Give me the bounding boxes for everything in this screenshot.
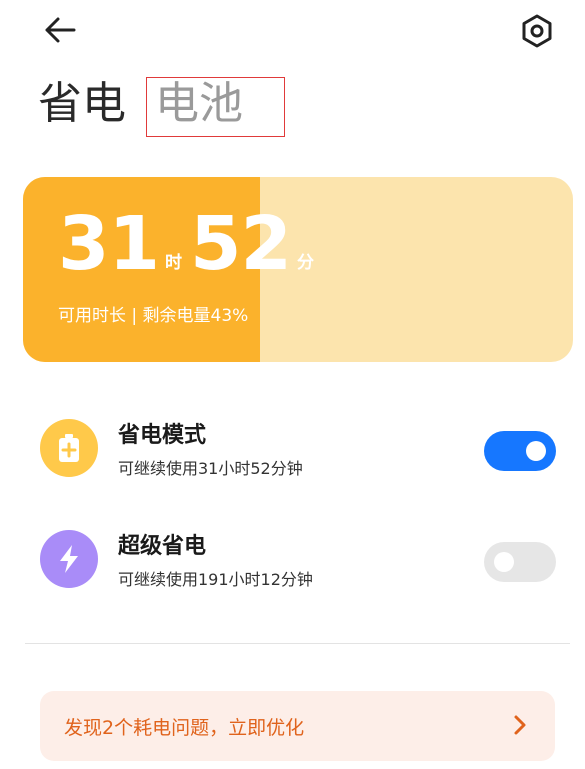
battery-plus-icon — [40, 419, 98, 477]
super-saving-toggle[interactable] — [484, 542, 556, 582]
remaining-time: 31 时 52 分 — [58, 205, 322, 283]
optimize-banner[interactable]: 发现2个耗电问题，立即优化 — [40, 691, 555, 761]
mode-title: 超级省电 — [118, 534, 207, 559]
lightning-icon — [40, 530, 98, 588]
battery-subtitle: 可用时长 | 剩余电量43% — [58, 306, 249, 326]
minutes-value: 52 — [189, 201, 292, 287]
tab-power-saving[interactable]: 省电 — [38, 74, 126, 134]
toggle-knob — [494, 552, 514, 572]
power-saving-mode-row: 省电模式 可继续使用31小时52分钟 — [40, 417, 560, 478]
hours-value: 31 — [58, 201, 160, 287]
mode-description: 可继续使用191小时12分钟 — [118, 570, 313, 589]
minutes-unit: 分 — [296, 253, 314, 273]
arrow-left-icon — [45, 17, 76, 43]
mode-description: 可继续使用31小时52分钟 — [118, 459, 303, 478]
toggle-knob — [526, 441, 546, 461]
chevron-right-icon — [514, 715, 526, 735]
battery-card: 31 时 52 分 可用时长 | 剩余电量43% — [23, 177, 573, 362]
super-saving-mode-row: 超级省电 可继续使用191小时12分钟 — [40, 528, 560, 589]
hours-unit: 时 — [164, 253, 182, 273]
highlight-box — [146, 77, 285, 137]
mode-title: 省电模式 — [118, 423, 207, 448]
back-button[interactable] — [40, 12, 80, 48]
gear-icon — [522, 14, 552, 48]
optimize-text: 发现2个耗电问题，立即优化 — [64, 717, 305, 739]
divider — [25, 643, 570, 644]
settings-button[interactable] — [518, 12, 556, 50]
power-saving-toggle[interactable] — [484, 431, 556, 471]
